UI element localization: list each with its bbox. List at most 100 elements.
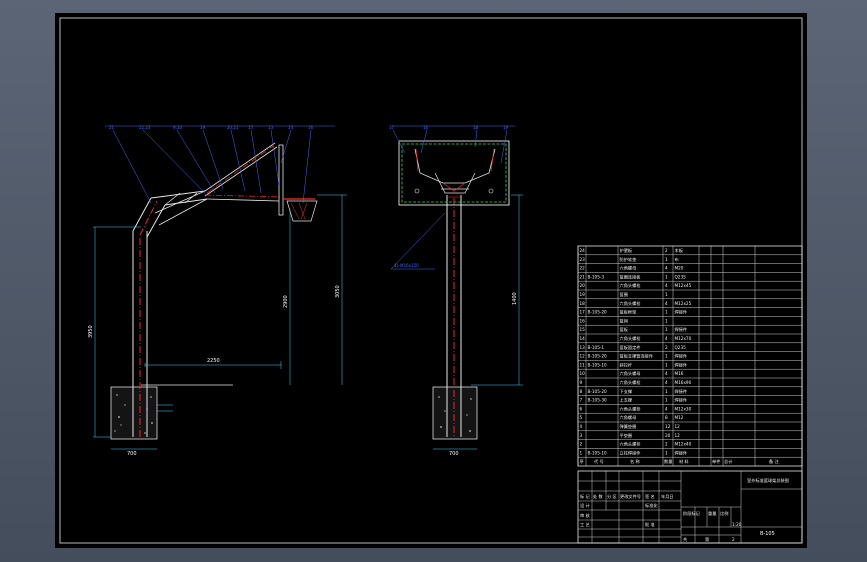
bom-cell-no: 8 (580, 389, 583, 394)
bom-header-remark: 备 注 (769, 458, 780, 465)
callout-r0: 17 (389, 125, 395, 130)
bom-cell-name: 平垫圈 (620, 432, 633, 439)
bom-cell-material: 焊接件 (675, 309, 688, 316)
bom-cell-name: 六角螺母 (620, 265, 637, 272)
tb-sheets-of: 第 (705, 536, 709, 543)
bom-header-code: 代 号 (594, 458, 604, 465)
bom-cell-qty: 4 (665, 266, 668, 271)
bom-cell-name: 立柱焊接件 (620, 449, 641, 456)
bom-cell-no: 2 (580, 442, 583, 447)
bom-cell-code: B-105-20 (588, 310, 608, 315)
bom-header-qty: 数量 (664, 458, 672, 465)
bom-cell-material: 木板 (675, 247, 684, 254)
drawing-canvas: 3950 2900 3050 2250 700 21 22,23 9,10 19… (59, 17, 803, 544)
drawing-frame (59, 17, 803, 544)
bom-cell-material: M12x45 (675, 283, 692, 288)
bom-cell-name: 篮圈 (620, 291, 628, 298)
bom-cell-name: 六角头螺栓 (620, 405, 642, 412)
bom-cell-no: 18 (580, 301, 586, 306)
bom-cell-no: 1 (580, 450, 583, 455)
bom-cell-material: 焊接件 (675, 388, 688, 395)
bom-cell-name: 六角头螺栓 (620, 335, 642, 342)
tb-count: 处 数 (593, 493, 604, 500)
tb-sheets-total: 共 (683, 536, 687, 543)
bom-cell-name: 六角螺母 (620, 414, 637, 421)
bom-cell-name: 防护软垫 (620, 256, 638, 263)
bom-cell-name: 上支撑 (620, 397, 633, 404)
bom-cell-no: 17 (580, 310, 586, 315)
bom-cell-no: 14 (580, 336, 586, 341)
backboard-side (278, 144, 284, 216)
tb-zone: 分 区 (607, 493, 617, 500)
bom-cell-material: 12 (675, 424, 681, 429)
bom-cell-qty: 4 (665, 406, 668, 411)
bom-header-no: 序 (580, 458, 584, 465)
bom-cell-qty: 4 (665, 380, 668, 385)
dim-base-right: 700 (449, 451, 459, 457)
callout-6: 13 (268, 125, 274, 130)
bom-cell-qty: 2 (665, 442, 668, 447)
bom-cell-qty: 1 (665, 257, 668, 262)
bom-cell-no: 7 (580, 398, 583, 403)
cad-viewport[interactable]: 3950 2900 3050 2250 700 21 22,23 9,10 19… (0, 0, 867, 562)
bom-cell-name: 下支撑 (620, 388, 633, 395)
bom-cell-name: 篮网 (620, 317, 628, 324)
bom-cell-material: M12x25 (675, 301, 692, 306)
bom-cell-name: 六角头螺栓 (620, 379, 642, 386)
bom-cell-material: Q235 (675, 274, 687, 279)
bom-cell-qty: 4 (665, 283, 668, 288)
bom-cell-no: 9 (580, 380, 583, 385)
front-view: 1400 700 4L-M16x150 17 16 18 19 (389, 125, 523, 457)
bom-cell-name: 篮圈连接板 (620, 273, 642, 280)
tb-sheet-count: 2 (732, 537, 735, 542)
bom-cell-no: 3 (580, 433, 583, 438)
callout-r1: 16 (423, 125, 429, 130)
callout-1: 22,23 (139, 125, 151, 130)
tb-standard: 标准化 (645, 502, 658, 509)
bom-cell-no: 20 (580, 283, 586, 288)
dim-front-height: 1400 (512, 292, 518, 305)
bom-header-name: 名 称 (630, 458, 640, 465)
bom-cell-code: B-105-20 (588, 354, 608, 359)
bom-cell-name: 六角头螺栓 (620, 441, 642, 448)
foundation-left (110, 386, 158, 440)
tb-design: 设 计 (580, 502, 590, 509)
drawing-sheet: 3950 2900 3050 2250 700 21 22,23 9,10 19… (55, 13, 807, 548)
bom-cell-qty: 4 (665, 301, 668, 306)
callout-3: 19 (200, 125, 206, 130)
tb-stage: 阶段标记 (683, 510, 701, 517)
bom-cell-no: 12 (580, 354, 586, 359)
bom-cell-qty: 1 (665, 274, 668, 279)
bom-cell-material: 12 (675, 433, 681, 438)
bom-cell-name: 六角头螺栓 (620, 300, 642, 307)
callout-r2: 18 (473, 125, 479, 130)
bom-cell-code: B-105-1 (588, 345, 605, 350)
side-view: 3950 2900 3050 2250 700 21 22,23 9,10 19… (88, 125, 347, 457)
callout-7: 14 (288, 125, 294, 130)
callout-4: 20,21 (227, 125, 239, 130)
bom-cell-code: B-105-10 (588, 450, 608, 455)
bom-cell-material: M20 (675, 266, 684, 271)
bom-cell-name: 护罩板 (620, 247, 633, 254)
bom-cell-no: 6 (580, 406, 583, 411)
tb-weight: 重量 (708, 510, 716, 517)
bom-cell-qty: 4 (665, 371, 668, 376)
callout-0: 21 (109, 125, 115, 130)
bom-header-unit: 单件 (712, 458, 720, 465)
tb-date: 年月日 (661, 493, 674, 500)
bom-cell-no: 22 (580, 266, 586, 271)
bom-cell-material: M16 (675, 371, 684, 376)
bom-cell-material: 布 (675, 256, 679, 263)
bom-cell-qty: 1 (665, 310, 668, 315)
bom-cell-qty: 2 (665, 345, 668, 350)
bom-cell-name: 六角头螺母 (620, 370, 641, 377)
tb-ratio: 比例 (720, 510, 728, 517)
bom-cell-no: 4 (580, 424, 583, 429)
bom-cell-material: 焊接件 (675, 449, 688, 456)
bom-cell-material: M12x30 (675, 406, 692, 411)
bom-header-total: 总计 (724, 458, 732, 465)
bom-cell-no: 23 (580, 257, 586, 262)
bom-cell-name: 篮板 (620, 326, 629, 333)
tb-sign: 签 名 (645, 493, 655, 500)
bom-cell-material: M12x40 (675, 442, 692, 447)
